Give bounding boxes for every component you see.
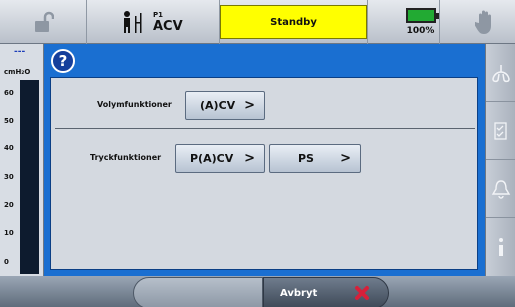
cancel-button-label: Avbryt: [280, 287, 318, 299]
chevron-right-icon: >: [244, 151, 255, 166]
section-divider: [55, 128, 475, 129]
chevron-right-icon: >: [244, 98, 255, 113]
gauge-tick: 20: [4, 201, 14, 209]
status-badge[interactable]: Standby: [220, 5, 367, 39]
gauge-tick: 50: [4, 117, 14, 125]
help-icon[interactable]: ?: [51, 49, 75, 73]
ps-button-label: PS: [298, 152, 314, 165]
alarm-bell-icon: [491, 179, 511, 199]
patient-icon: [124, 11, 142, 33]
patient-mode-button[interactable]: P1 ACV: [87, 0, 220, 44]
bottom-bar: Avbryt: [0, 276, 515, 307]
dialog-body: Volymfunktioner (A)CV > Tryckfunktioner …: [50, 77, 478, 270]
chevron-right-icon: >: [340, 151, 351, 166]
cancel-button[interactable]: Avbryt: [263, 277, 389, 307]
status-area: Standby: [220, 0, 368, 44]
alarm-silence-button[interactable]: [456, 0, 515, 44]
close-icon: [355, 286, 369, 300]
pacv-button-label: P(A)CV: [190, 152, 234, 165]
gauge-tick: 0: [4, 258, 9, 266]
gauge-tick: 10: [4, 229, 14, 237]
gauge-tick: 60: [4, 89, 14, 97]
lock-button[interactable]: [0, 0, 87, 44]
pressure-gauge: --- cmH₂O 60 50 40 30 20 10 0: [0, 44, 44, 276]
pacv-button[interactable]: P(A)CV >: [175, 144, 265, 173]
pressure-functions-label: Tryckfunktioner: [90, 153, 162, 162]
lungs-icon: [492, 64, 510, 82]
pressure-unit: cmH₂O: [4, 68, 31, 76]
acv-button[interactable]: (A)CV >: [185, 91, 265, 120]
patient-id: P1: [153, 10, 164, 19]
info-button[interactable]: [486, 218, 515, 276]
lungs-button[interactable]: [486, 44, 515, 102]
gauge-tick: 30: [4, 173, 14, 181]
checklist-button[interactable]: [486, 102, 515, 160]
pressure-readout: ---: [14, 47, 26, 57]
volume-functions-label: Volymfunktioner: [97, 100, 172, 109]
battery-label: 100%: [406, 26, 435, 36]
ventilation-mode: ACV: [153, 18, 183, 34]
top-bar: P1 ACV Standby 100%: [0, 0, 515, 44]
accept-button[interactable]: [133, 277, 263, 307]
ps-button[interactable]: PS >: [269, 144, 361, 173]
pressure-bar: [20, 80, 39, 274]
alarm-button[interactable]: [486, 160, 515, 218]
info-icon: [499, 238, 503, 256]
unlock-icon: [35, 11, 54, 32]
right-sidebar: [485, 44, 515, 276]
battery-status: 100%: [402, 0, 440, 44]
gauge-tick: 40: [4, 144, 14, 152]
hand-icon: [474, 10, 491, 34]
mode-selection-dialog: ? Volymfunktioner (A)CV > Tryckfunktione…: [44, 44, 485, 276]
checklist-icon: [494, 121, 507, 140]
acv-button-label: (A)CV: [200, 99, 236, 112]
battery-icon: [405, 8, 439, 23]
